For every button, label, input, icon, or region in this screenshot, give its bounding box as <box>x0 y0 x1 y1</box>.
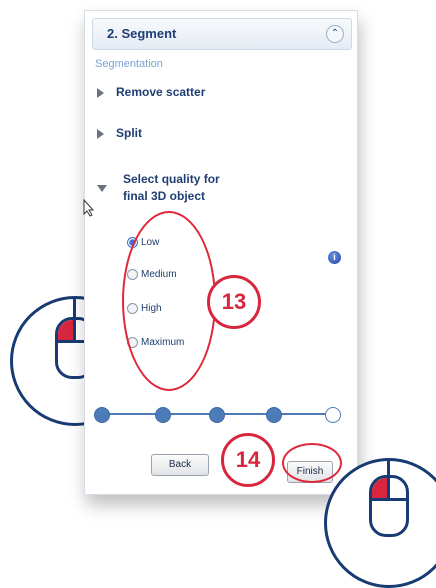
step-dot <box>209 407 225 423</box>
mouse-cord <box>73 299 76 319</box>
info-icon[interactable]: i <box>328 251 341 264</box>
mouse-left-button <box>58 320 73 340</box>
step-badge-14: 14 <box>221 433 275 487</box>
step-progress <box>92 404 352 424</box>
radio-highlight-ellipse <box>122 211 216 391</box>
mouse-left-button <box>372 478 387 498</box>
callout-corner-marker <box>327 461 345 479</box>
right-click-mouse-callout <box>324 458 436 588</box>
panel-title: 2. Segment <box>107 26 177 41</box>
step-dot <box>155 407 171 423</box>
panel-header[interactable]: 2. Segment ⌃ <box>92 18 352 50</box>
triangle-down-icon[interactable] <box>97 181 107 195</box>
tree-item-split[interactable]: Split <box>97 126 142 140</box>
cursor-arrow-icon <box>83 199 95 217</box>
tree-item-remove-scatter[interactable]: Remove scatter <box>97 85 205 99</box>
section-label: Segmentation <box>95 58 163 70</box>
step-dot <box>266 407 282 423</box>
step-badge-13: 13 <box>207 275 261 329</box>
mouse-icon <box>369 475 409 537</box>
double-chevron-up-icon[interactable]: ⌃ <box>326 25 344 43</box>
triangle-right-icon <box>97 87 104 98</box>
back-button[interactable]: Back <box>151 454 209 476</box>
step-dot-current <box>325 407 341 423</box>
triangle-right-icon <box>97 128 104 139</box>
step-dot <box>94 407 110 423</box>
tree-item-quality[interactable]: Select quality for final 3D object <box>123 171 243 205</box>
